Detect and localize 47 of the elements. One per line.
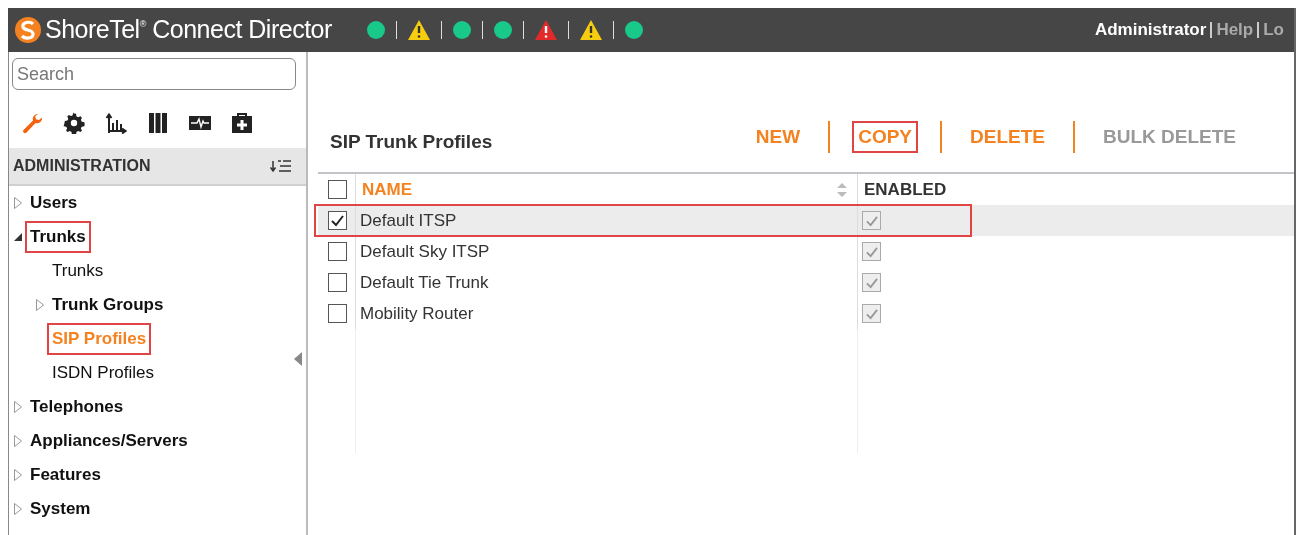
table-cell: Default Tie Trunk	[355, 267, 857, 298]
logo-icon	[14, 16, 42, 44]
collapsed-icon[interactable]	[14, 435, 22, 447]
checkbox[interactable]	[328, 273, 347, 292]
status-ok-icon[interactable]	[492, 20, 513, 40]
collapsed-icon[interactable]	[36, 299, 44, 311]
checkbox[interactable]	[328, 211, 347, 230]
collapsed-icon[interactable]	[14, 401, 22, 413]
checkbox[interactable]	[328, 180, 347, 199]
bar-chart-icon[interactable]	[105, 112, 127, 134]
nav-item[interactable]: System	[27, 495, 94, 523]
checkbox[interactable]	[328, 242, 347, 261]
nav-item[interactable]: Trunks	[49, 257, 107, 285]
collapsed-icon[interactable]	[14, 469, 22, 481]
table-cell: Mobility Router	[355, 298, 857, 329]
warning-icon[interactable]	[578, 19, 603, 41]
error-icon[interactable]	[533, 19, 558, 41]
status-ok-icon[interactable]	[451, 20, 472, 40]
header-link[interactable]: Help	[1212, 17, 1258, 43]
collapse-icon[interactable]	[294, 352, 302, 366]
binders-icon[interactable]	[147, 112, 169, 134]
nav-item[interactable]: Trunks	[27, 223, 89, 251]
settings-icon[interactable]	[63, 112, 85, 134]
search-field[interactable]: Search	[12, 58, 296, 90]
nav-item[interactable]: Users	[27, 189, 81, 217]
nav-item[interactable]: Features	[27, 461, 104, 489]
user-name: Administrator	[1094, 19, 1208, 42]
nav-item[interactable]: ISDN Profiles	[49, 359, 158, 387]
section-title: ADMINISTRATION	[13, 156, 151, 176]
expanded-icon[interactable]	[14, 233, 22, 241]
collapsed-icon[interactable]	[14, 503, 22, 515]
header-link[interactable]: Lo	[1259, 17, 1288, 43]
nav-item[interactable]: Telephones	[27, 393, 127, 421]
page-title: SIP Trunk Profiles	[330, 129, 493, 154]
nav-item[interactable]: Trunk Groups	[49, 291, 167, 319]
warning-icon[interactable]	[406, 19, 431, 41]
first-aid-kit-icon[interactable]	[231, 112, 253, 134]
nav-item[interactable]: Appliances/Servers	[27, 427, 191, 455]
table-cell: Default Sky ITSP	[355, 236, 857, 267]
wrench-icon[interactable]	[21, 112, 43, 134]
sort-list-icon[interactable]	[270, 159, 292, 173]
column-header[interactable]: ENABLED	[864, 176, 947, 203]
status-ok-icon[interactable]	[623, 20, 644, 40]
app-title: ShoreTel$^{®}$ Connect Director	[45, 14, 332, 46]
status-ok-icon[interactable]	[365, 20, 386, 40]
checkbox[interactable]	[328, 304, 347, 323]
collapsed-icon[interactable]	[14, 197, 22, 209]
